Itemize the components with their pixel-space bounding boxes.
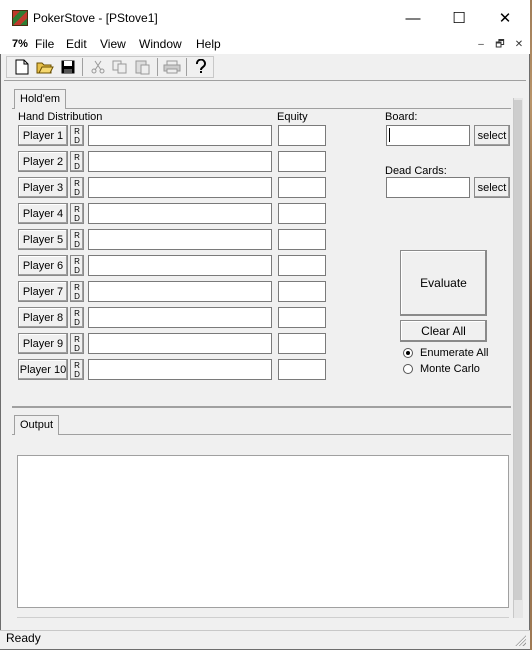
board-select-button[interactable]: select [474, 125, 510, 146]
status-bar [0, 630, 530, 649]
player-8-equity-field [278, 307, 326, 328]
app-icon [12, 10, 28, 26]
player-10-equity-field [278, 359, 326, 380]
board-label: Board: [385, 111, 418, 123]
toolbar-separator [157, 58, 158, 76]
paste-icon[interactable] [133, 57, 153, 77]
tab-holdem[interactable]: Hold'em [14, 89, 67, 109]
player-7-hand-input[interactable] [88, 281, 272, 302]
player-3-button[interactable]: Player 3 [18, 177, 68, 198]
player-4-equity-field [278, 203, 326, 224]
player-5-button[interactable]: Player 5 [18, 229, 68, 250]
vertical-scrollbar-thumb[interactable] [514, 100, 522, 600]
player-6-random-button[interactable]: RD [70, 255, 84, 276]
dead-cards-input[interactable] [386, 177, 470, 198]
player-6-hand-input[interactable] [88, 255, 272, 276]
tab-underline [66, 108, 511, 109]
player-10-hand-input[interactable] [88, 359, 272, 380]
player-7-random-button[interactable]: RD [70, 281, 84, 302]
player-1-hand-input[interactable] [88, 125, 272, 146]
monte-carlo-label[interactable]: Monte Carlo [420, 363, 480, 375]
player-3-random-button[interactable]: RD [70, 177, 84, 198]
open-folder-icon[interactable] [35, 57, 55, 77]
player-8-button[interactable]: Player 8 [18, 307, 68, 328]
close-button[interactable]: ✕ [482, 0, 528, 36]
player-9-button[interactable]: Player 9 [18, 333, 68, 354]
save-icon[interactable] [58, 57, 78, 77]
pane-splitter[interactable] [12, 406, 511, 408]
board-input[interactable] [386, 125, 470, 146]
player-10-button[interactable]: Player 10 [18, 359, 68, 380]
mdi-restore-button[interactable]: 🗗 [493, 38, 507, 52]
menu-help[interactable]: Help [196, 37, 221, 51]
player-6-equity-field [278, 255, 326, 276]
resize-grip-icon[interactable] [514, 634, 526, 646]
player-8-hand-input[interactable] [88, 307, 272, 328]
player-9-random-button[interactable]: RD [70, 333, 84, 354]
player-4-hand-input[interactable] [88, 203, 272, 224]
evaluate-button[interactable]: Evaluate [400, 250, 487, 316]
zoom-indicator[interactable]: 7% [12, 38, 28, 50]
monte-carlo-radio[interactable] [403, 364, 413, 374]
enumerate-all-label[interactable]: Enumerate All [420, 347, 488, 359]
tab-underline [59, 434, 511, 435]
text-cursor [389, 128, 390, 142]
player-3-equity-field [278, 177, 326, 198]
tab-underline [12, 434, 14, 435]
mdi-close-button[interactable]: ✕ [512, 38, 526, 52]
print-icon[interactable] [162, 57, 182, 77]
new-file-icon[interactable] [12, 57, 32, 77]
player-4-button[interactable]: Player 4 [18, 203, 68, 224]
dead-cards-select-button[interactable]: select [474, 177, 510, 198]
maximize-button[interactable]: ☐ [436, 0, 482, 36]
player-4-random-button[interactable]: RD [70, 203, 84, 224]
dead-cards-label: Dead Cards: [385, 165, 447, 177]
cut-icon[interactable] [88, 57, 108, 77]
equity-label: Equity [277, 111, 308, 123]
player-2-hand-input[interactable] [88, 151, 272, 172]
menu-window[interactable]: Window [139, 37, 182, 51]
player-1-random-button[interactable]: RD [70, 125, 84, 146]
clear-all-button[interactable]: Clear All [400, 320, 487, 342]
player-2-button[interactable]: Player 2 [18, 151, 68, 172]
tab-underline [12, 108, 14, 109]
toolbar-separator [82, 58, 83, 76]
menu-file[interactable]: File [35, 37, 54, 51]
output-text-area[interactable] [17, 455, 509, 608]
player-7-equity-field [278, 281, 326, 302]
player-9-hand-input[interactable] [88, 333, 272, 354]
menu-view[interactable]: View [100, 37, 126, 51]
toolbar-separator [186, 58, 187, 76]
mdi-minimize-button[interactable]: – [474, 38, 488, 52]
player-1-button[interactable]: Player 1 [18, 125, 68, 146]
horizontal-scrollbar[interactable] [17, 608, 509, 618]
player-5-equity-field [278, 229, 326, 250]
player-5-random-button[interactable]: RD [70, 229, 84, 250]
player-10-random-button[interactable]: RD [70, 359, 84, 380]
player-1-equity-field [278, 125, 326, 146]
player-8-random-button[interactable]: RD [70, 307, 84, 328]
player-6-button[interactable]: Player 6 [18, 255, 68, 276]
player-2-equity-field [278, 151, 326, 172]
help-icon[interactable] [191, 57, 211, 77]
player-7-button[interactable]: Player 7 [18, 281, 68, 302]
menu-edit[interactable]: Edit [66, 37, 87, 51]
tab-output[interactable]: Output [14, 415, 60, 435]
status-text: Ready [6, 631, 41, 645]
window-title: PokerStove - [PStove1] [33, 11, 158, 25]
hand-distribution-label: Hand Distribution [18, 111, 103, 123]
minimize-button[interactable]: — [390, 0, 436, 36]
player-5-hand-input[interactable] [88, 229, 272, 250]
player-9-equity-field [278, 333, 326, 354]
player-2-random-button[interactable]: RD [70, 151, 84, 172]
player-3-hand-input[interactable] [88, 177, 272, 198]
copy-icon[interactable] [110, 57, 130, 77]
enumerate-all-radio[interactable] [403, 348, 413, 358]
